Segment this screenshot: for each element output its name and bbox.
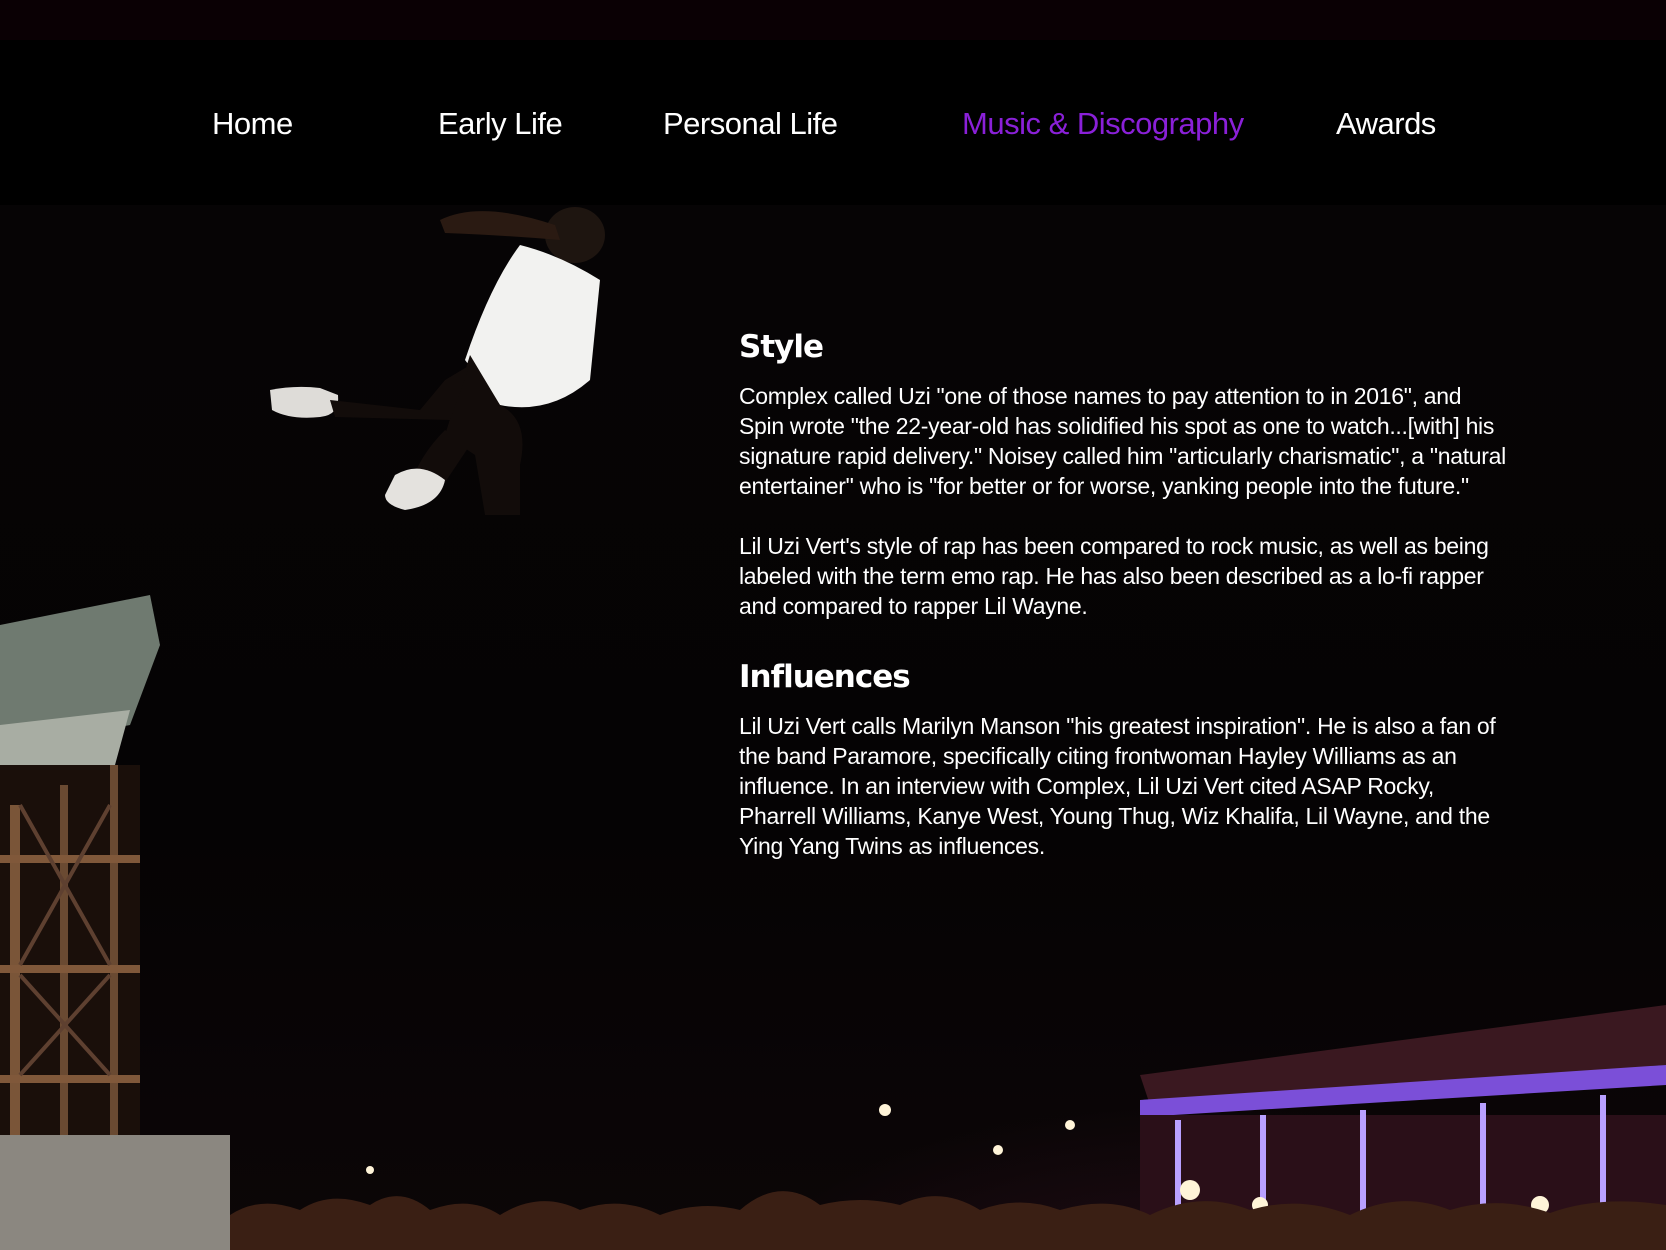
nav-early-life[interactable]: Early Life [438,106,563,142]
performer-figure [270,207,605,515]
page: Home Early Life Personal Life Music & Di… [0,0,1666,1250]
style-paragraph-1: Complex called Uzi "one of those names t… [739,383,1506,499]
influences-heading: Influences [739,659,911,695]
nav-home[interactable]: Home [212,106,293,142]
style-paragraph-2: Lil Uzi Vert's style of rap has been com… [739,533,1489,619]
nav-awards[interactable]: Awards [1336,106,1436,142]
nav-music-discography[interactable]: Music & Discography [962,106,1244,142]
top-strip [0,0,1666,40]
nav-personal-life[interactable]: Personal Life [663,106,838,142]
influences-paragraph: Lil Uzi Vert calls Marilyn Manson "his g… [739,713,1496,859]
main-content: Style Complex called Uzi "one of those n… [739,325,1509,861]
style-heading: Style [739,329,824,365]
stage-scaffold [0,595,230,1250]
main-nav: Home Early Life Personal Life Music & Di… [0,40,1666,205]
